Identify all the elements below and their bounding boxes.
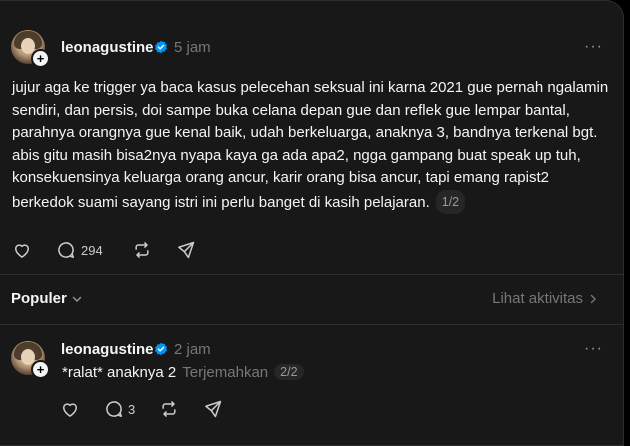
comment-icon bbox=[106, 401, 122, 417]
translate-link[interactable]: Terjemahkan bbox=[182, 364, 268, 381]
thread-panel: + leonagustine 5 jam ··· jujur aga ke tr… bbox=[0, 0, 624, 446]
verified-badge-icon bbox=[155, 40, 167, 54]
post-paragraph-1: jujur aga ke trigger ya baca kasus pelec… bbox=[12, 79, 609, 141]
reply-avatar[interactable]: + bbox=[11, 341, 50, 379]
heart-icon bbox=[15, 244, 29, 258]
share-icon bbox=[205, 400, 222, 418]
sort-dropdown[interactable]: Populer bbox=[11, 290, 83, 307]
reply-actions: 3 bbox=[60, 399, 247, 419]
verified-badge-icon bbox=[155, 342, 167, 356]
chevron-right-icon bbox=[590, 294, 596, 303]
reply-username[interactable]: leonagustine bbox=[61, 341, 154, 358]
like-button[interactable] bbox=[60, 399, 104, 419]
reply-time: 2 jam bbox=[174, 341, 211, 358]
post-body: jujur aga ke trigger ya baca kasus pelec… bbox=[12, 77, 612, 214]
follow-plus-icon[interactable]: + bbox=[31, 49, 50, 68]
repost-icon bbox=[135, 242, 149, 258]
follow-plus-icon[interactable]: + bbox=[31, 360, 50, 379]
comment-icon bbox=[58, 242, 74, 258]
activity-label: Lihat aktivitas bbox=[492, 290, 583, 307]
reply-count: 3 bbox=[128, 401, 136, 417]
divider bbox=[0, 324, 623, 325]
reply-button[interactable]: 3 bbox=[104, 399, 159, 419]
divider bbox=[0, 274, 623, 275]
sort-label: Populer bbox=[11, 290, 67, 307]
avatar[interactable]: + bbox=[11, 30, 50, 68]
post-paragraph-2-text: abis gitu masih bisa2nya nyapa kaya ga a… bbox=[12, 146, 581, 211]
view-activity-link[interactable]: Lihat aktivitas bbox=[492, 290, 599, 307]
reply-body: *ralat* anaknya 2 Terjemahkan 2/2 bbox=[62, 364, 304, 381]
heart-icon bbox=[63, 403, 77, 417]
like-button[interactable] bbox=[12, 240, 56, 260]
post-time: 5 jam bbox=[174, 39, 211, 56]
post-paragraph-2: abis gitu masih bisa2nya nyapa kaya ga a… bbox=[12, 145, 612, 214]
reply-count: 294 bbox=[81, 242, 103, 258]
post-username[interactable]: leonagustine bbox=[61, 39, 154, 56]
share-icon bbox=[178, 241, 195, 259]
repost-button[interactable] bbox=[132, 240, 176, 260]
reply-text: *ralat* anaknya 2 bbox=[62, 364, 177, 381]
reply-pager-badge: 2/2 bbox=[274, 364, 304, 380]
more-options-icon[interactable]: ··· bbox=[584, 38, 603, 56]
chevron-down-icon bbox=[72, 296, 82, 302]
post-actions: 294 bbox=[12, 240, 220, 260]
repost-icon bbox=[162, 401, 176, 417]
share-button[interactable] bbox=[203, 399, 247, 419]
more-options-icon[interactable]: ··· bbox=[584, 340, 603, 358]
post-pager-badge: 1/2 bbox=[435, 189, 466, 214]
reply-button[interactable]: 294 bbox=[56, 240, 132, 260]
share-button[interactable] bbox=[176, 240, 220, 260]
repost-button[interactable] bbox=[159, 399, 203, 419]
